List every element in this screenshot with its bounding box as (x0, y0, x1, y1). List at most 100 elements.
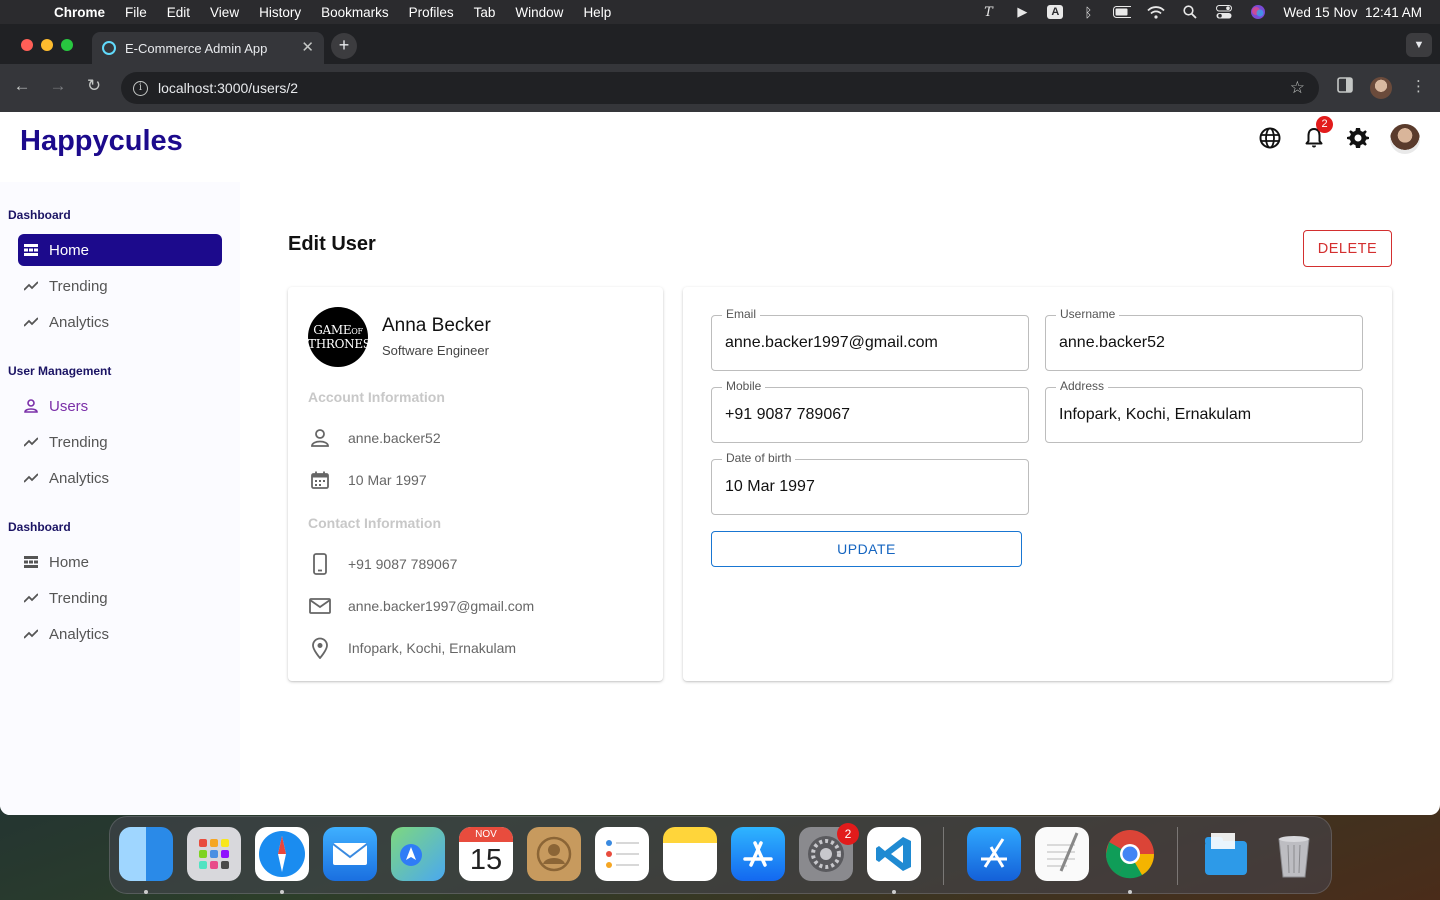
mobile-field-label: Mobile (722, 379, 766, 393)
browser-tab-active[interactable]: E-Commerce Admin App ✕ (92, 32, 324, 64)
reminders-app-icon[interactable] (595, 827, 649, 881)
contacts-app-icon[interactable] (527, 827, 581, 881)
tab-title: E-Commerce Admin App (125, 40, 268, 56)
delete-button[interactable]: DELETE (1303, 230, 1392, 267)
sidebar-item-label: Analytics (49, 313, 110, 331)
sidebar: Dashboard Home Trending Analytics User M… (0, 182, 240, 815)
menu-tab[interactable]: Tab (474, 5, 496, 20)
sidebar-item-analytics[interactable]: Analytics (18, 618, 222, 650)
sidebar-item-label: Trending (49, 433, 108, 451)
web-page: Happycules 2 Dashboard Home Trending Ana… (0, 112, 1440, 815)
mobile-input[interactable] (725, 402, 1015, 428)
settings-badge: 2 (837, 823, 859, 845)
back-icon[interactable]: ← (10, 76, 34, 96)
info-row-address: Infopark, Kochi, Ernakulam (308, 636, 516, 660)
macos-menubar: Chrome File Edit View History Bookmarks … (0, 0, 1440, 24)
minimize-window-button[interactable] (41, 39, 53, 51)
battery-icon[interactable] (1113, 5, 1132, 19)
dob-input[interactable] (725, 474, 1015, 500)
username-input[interactable] (1059, 330, 1349, 356)
maps-app-icon[interactable] (391, 827, 445, 881)
window-controls (21, 39, 73, 51)
dashboard-icon (24, 243, 38, 257)
maximize-window-button[interactable] (61, 39, 73, 51)
wifi-icon[interactable] (1147, 5, 1166, 19)
sidebar-item-trending[interactable]: Trending (18, 270, 222, 302)
menu-file[interactable]: File (125, 5, 147, 20)
update-button[interactable]: UPDATE (711, 531, 1022, 567)
sidebar-item-label: Analytics (49, 625, 110, 643)
sidebar-item-analytics[interactable]: Analytics (18, 306, 222, 338)
safari-app-icon[interactable] (255, 827, 309, 881)
menu-view[interactable]: View (210, 5, 239, 20)
calendar-day: 15 (469, 844, 503, 876)
menu-bookmarks[interactable]: Bookmarks (321, 5, 389, 20)
info-row-email: anne.backer1997@gmail.com (308, 594, 534, 618)
email-input[interactable] (725, 330, 1015, 356)
address-bar[interactable]: i localhost:3000/users/2 ☆ (121, 72, 1319, 104)
menubar-clock[interactable]: Wed 15 Nov 12:41 AM (1283, 5, 1422, 20)
site-info-icon[interactable]: i (133, 80, 148, 96)
sidebar-section-title: Dashboard (8, 520, 71, 534)
textedit-app-icon[interactable] (1035, 827, 1089, 881)
info-username: anne.backer52 (348, 430, 441, 446)
menu-history[interactable]: History (259, 5, 301, 20)
app-logo[interactable]: Happycules (20, 125, 183, 158)
finder-app-icon[interactable] (119, 827, 173, 881)
keyboard-input-icon[interactable]: A (1047, 5, 1064, 19)
sidebar-item-home[interactable]: Home (18, 546, 222, 578)
sidebar-item-home[interactable]: Home (18, 234, 222, 266)
info-email: anne.backer1997@gmail.com (348, 598, 535, 614)
app-topbar: Happycules 2 (0, 112, 1440, 182)
mail-app-icon[interactable] (323, 827, 377, 881)
close-window-button[interactable] (21, 39, 33, 51)
menu-window[interactable]: Window (515, 5, 563, 20)
trending-icon (24, 591, 38, 605)
sidebar-item-analytics[interactable]: Analytics (18, 462, 222, 494)
side-panel-icon[interactable] (1337, 77, 1353, 97)
user-profile-image: GAMEOF THRONES (308, 307, 371, 367)
control-center-icon[interactable] (1215, 5, 1233, 19)
menu-help[interactable]: Help (583, 5, 611, 20)
xcode-app-icon[interactable] (967, 827, 1021, 881)
location-pin-icon (308, 636, 332, 660)
close-tab-icon[interactable]: ✕ (301, 38, 314, 56)
bookmark-star-icon[interactable]: ☆ (1290, 78, 1305, 98)
downloads-folder-icon[interactable] (1199, 827, 1253, 881)
menu-profiles[interactable]: Profiles (409, 5, 454, 20)
tab-search-button[interactable]: ▼ (1406, 33, 1432, 57)
reload-icon[interactable]: ↻ (82, 76, 106, 96)
chrome-menu-icon[interactable]: ⋮ (1411, 77, 1426, 95)
sidebar-item-label: Analytics (49, 469, 110, 487)
url-text: localhost:3000/users/2 (158, 80, 299, 96)
chrome-app-icon[interactable] (1103, 827, 1157, 881)
settings-gear-icon[interactable] (1346, 126, 1370, 150)
language-globe-icon[interactable] (1258, 126, 1282, 150)
user-avatar[interactable] (1390, 124, 1420, 154)
sidebar-item-label: Users (49, 397, 89, 415)
calendar-app-icon[interactable]: NOV 15 (459, 827, 513, 881)
vscode-app-icon[interactable] (867, 827, 921, 881)
address-input[interactable] (1059, 402, 1349, 428)
typing-icon[interactable]: T (979, 5, 997, 20)
macos-dock: NOV 15 2 (109, 816, 1332, 894)
chrome-profile-avatar[interactable] (1370, 77, 1392, 99)
forward-icon[interactable]: → (46, 76, 70, 96)
sidebar-item-trending[interactable]: Trending (18, 582, 222, 614)
notes-app-icon[interactable] (663, 827, 717, 881)
username-field-label: Username (1056, 307, 1120, 321)
sidebar-section-title: Dashboard (8, 208, 71, 222)
spotlight-search-icon[interactable] (1181, 5, 1199, 19)
siri-icon[interactable] (1249, 5, 1267, 19)
trash-icon[interactable] (1267, 827, 1321, 881)
trending-icon (24, 279, 38, 293)
menu-edit[interactable]: Edit (167, 5, 190, 20)
sidebar-item-trending[interactable]: Trending (18, 426, 222, 458)
app-store-icon[interactable] (731, 827, 785, 881)
launchpad-app-icon[interactable] (187, 827, 241, 881)
bluetooth-icon[interactable]: ᛒ (1079, 5, 1097, 20)
menu-app-name[interactable]: Chrome (54, 5, 105, 20)
sidebar-item-users[interactable]: Users (18, 390, 222, 422)
play-icon[interactable]: ▶ (1013, 4, 1031, 19)
new-tab-button[interactable]: + (331, 33, 357, 59)
